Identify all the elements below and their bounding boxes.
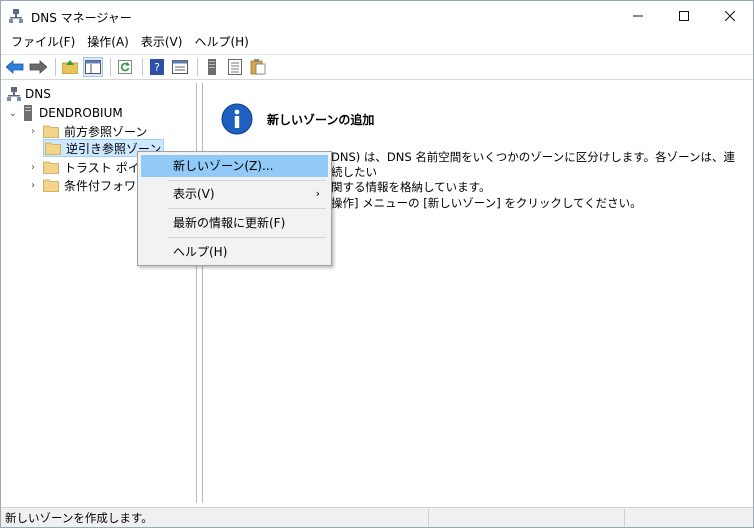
server-button[interactable] bbox=[202, 57, 222, 77]
close-button[interactable] bbox=[707, 1, 753, 31]
paste-icon bbox=[250, 59, 266, 75]
properties-button[interactable] bbox=[170, 57, 190, 77]
tree-item-dns[interactable]: DNS bbox=[7, 85, 51, 103]
server-icon bbox=[208, 59, 216, 75]
properties-icon bbox=[172, 60, 188, 74]
show-tree-icon bbox=[85, 60, 101, 74]
context-view[interactable]: 表示(V) › bbox=[141, 183, 328, 205]
close-icon bbox=[725, 11, 735, 21]
server-icon bbox=[24, 105, 32, 121]
status-bar: 新しいゾーンを作成します。 bbox=[1, 507, 753, 527]
window-title: DNS マネージャー bbox=[31, 11, 132, 25]
context-refresh[interactable]: 最新の情報に更新(F) bbox=[141, 212, 328, 234]
refresh-icon bbox=[118, 60, 132, 74]
tree-item-forward-zone[interactable]: › 前方参照ゾーン bbox=[27, 122, 147, 140]
svg-text:?: ? bbox=[154, 61, 160, 74]
list-button[interactable] bbox=[225, 57, 245, 77]
details-pane: 新しいゾーンの追加 DNS) は、DNS 名前空間をいくつかのゾーンに区分けしま… bbox=[202, 83, 753, 503]
menu-file[interactable]: ファイル(F) bbox=[5, 32, 81, 52]
context-view-label: 表示(V) bbox=[173, 187, 215, 201]
forward-arrow-icon bbox=[29, 60, 47, 74]
refresh-button[interactable] bbox=[115, 57, 135, 77]
menu-bar: ファイル(F) 操作(A) 表示(V) ヘルプ(H) bbox=[1, 31, 753, 53]
expand-chevron-icon[interactable]: › bbox=[27, 179, 39, 191]
context-menu: 新しいゾーン(Z)... 表示(V) › 最新の情報に更新(F) ヘルプ(H) bbox=[137, 151, 332, 266]
help-icon: ? bbox=[150, 59, 164, 75]
context-separator bbox=[168, 208, 326, 209]
submenu-arrow-icon: › bbox=[315, 187, 320, 200]
context-separator bbox=[168, 237, 326, 238]
toolbar-separator bbox=[197, 58, 198, 76]
menu-help[interactable]: ヘルプ(H) bbox=[188, 32, 254, 52]
up-one-level-button[interactable] bbox=[60, 57, 80, 77]
zone-description: DNS) は、DNS 名前空間をいくつかのゾーンに区分けします。各ゾーンは、連続… bbox=[331, 150, 741, 195]
tree-label-dns: DNS bbox=[25, 87, 51, 101]
dns-icon bbox=[7, 87, 21, 101]
maximize-button[interactable] bbox=[661, 1, 707, 31]
folder-icon bbox=[43, 179, 59, 192]
menu-view[interactable]: 表示(V) bbox=[135, 32, 189, 52]
context-help[interactable]: ヘルプ(H) bbox=[141, 241, 328, 263]
status-text: 新しいゾーンを作成します。 bbox=[1, 508, 429, 527]
forward-button[interactable] bbox=[28, 57, 48, 77]
folder-icon bbox=[43, 125, 59, 138]
tree-pane: DNS ⌄ DENDROBIUM › 前方参照ゾーン 逆引き参照ゾーン › トラ… bbox=[1, 83, 197, 503]
expand-chevron-icon[interactable]: › bbox=[27, 161, 39, 173]
minimize-button[interactable] bbox=[615, 1, 661, 31]
menu-action[interactable]: 操作(A) bbox=[81, 32, 135, 52]
zone-instruction: 操作] メニューの [新しいゾーン] をクリックしてください。 bbox=[331, 196, 642, 210]
folder-icon bbox=[43, 161, 59, 174]
dns-app-icon bbox=[9, 9, 23, 23]
expand-chevron-icon[interactable]: › bbox=[27, 125, 39, 137]
info-icon bbox=[221, 103, 253, 135]
toolbar-separator bbox=[142, 58, 143, 76]
tree-label-server: DENDROBIUM bbox=[39, 106, 123, 120]
status-segment bbox=[429, 508, 625, 527]
title-bar: DNS マネージャー bbox=[1, 1, 753, 31]
tree-label-conditional-forwarders: 条件付フォワー bbox=[64, 178, 149, 193]
tree-label-forward-zone: 前方参照ゾーン bbox=[64, 124, 148, 139]
toolbar: ? bbox=[1, 54, 753, 80]
zone-description-line1: DNS) は、DNS 名前空間をいくつかのゾーンに区分けします。各ゾーンは、連続… bbox=[331, 150, 736, 179]
context-new-zone[interactable]: 新しいゾーン(Z)... bbox=[141, 155, 328, 177]
status-segment bbox=[625, 509, 749, 527]
help-button[interactable]: ? bbox=[147, 57, 167, 77]
tree-item-server[interactable]: ⌄ DENDROBIUM bbox=[7, 104, 123, 122]
toolbar-separator bbox=[110, 58, 111, 76]
add-zone-heading: 新しいゾーンの追加 bbox=[267, 113, 375, 127]
folder-icon bbox=[45, 142, 61, 155]
tree-item-conditional-forwarders[interactable]: › 条件付フォワー bbox=[27, 176, 148, 194]
maximize-icon bbox=[679, 11, 689, 21]
back-arrow-icon bbox=[6, 60, 24, 74]
zone-description-line2: 関する情報を格納しています。 bbox=[331, 180, 491, 194]
collapse-chevron-icon[interactable]: ⌄ bbox=[7, 107, 19, 119]
back-button[interactable] bbox=[5, 57, 25, 77]
toolbar-separator bbox=[55, 58, 56, 76]
list-icon bbox=[228, 59, 242, 75]
minimize-icon bbox=[633, 15, 643, 17]
up-folder-icon bbox=[62, 60, 78, 74]
dns-manager-window: DNS マネージャー ファイル(F) 操作(A) 表示(V) ヘルプ(H) ? … bbox=[0, 0, 754, 528]
paste-button[interactable] bbox=[248, 57, 268, 77]
show-hide-tree-button[interactable] bbox=[83, 57, 103, 77]
context-separator bbox=[168, 180, 326, 181]
